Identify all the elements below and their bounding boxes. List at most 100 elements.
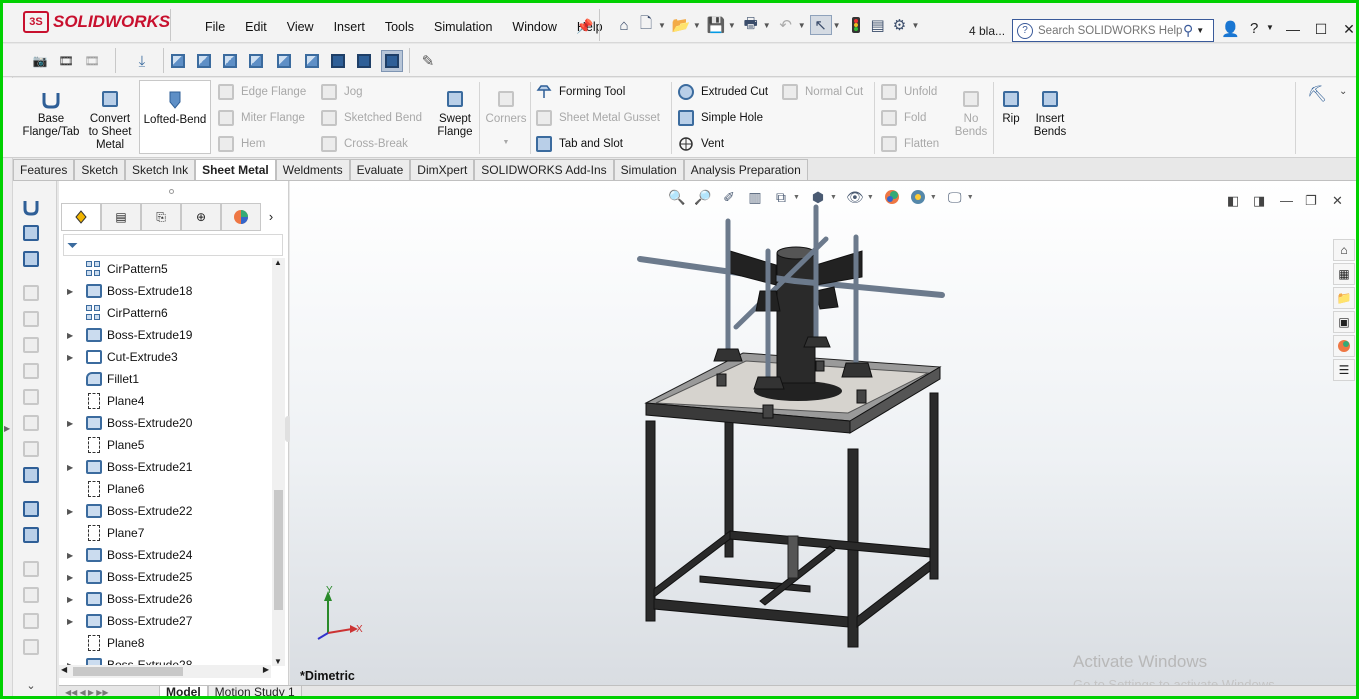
expand-arrow-icon[interactable]: ▶	[67, 595, 77, 604]
sheet-metal-gusset-button[interactable]: Sheet Metal Gusset	[535, 109, 660, 127]
vent-button[interactable]: Vent	[677, 135, 724, 153]
viewport-close-icon[interactable]: ✕	[1332, 193, 1343, 209]
menu-file[interactable]: File	[195, 20, 235, 34]
zoom-to-area-icon[interactable]: 🔎	[692, 187, 714, 207]
display-manager-tab-icon[interactable]	[221, 203, 261, 231]
scroll-thumb[interactable]	[274, 490, 283, 610]
panel-grip-icon[interactable]	[169, 189, 174, 194]
scroll-down-icon[interactable]: ▼	[274, 657, 282, 666]
tab-solidworks-add-ins[interactable]: SOLIDWORKS Add-Ins	[474, 159, 614, 181]
base-flange-tab-button[interactable]: Base Flange/Tab	[21, 88, 81, 139]
corners-button[interactable]: Corners ▼	[483, 88, 529, 149]
rebuild-traffic-light-icon[interactable]	[845, 15, 867, 35]
undo-dropdown-icon[interactable]: ▼	[798, 21, 806, 30]
edge-flange-button[interactable]: Edge Flange	[217, 83, 306, 101]
select-dropdown-icon[interactable]: ▼	[833, 21, 841, 30]
tab-sheet-metal[interactable]: Sheet Metal	[195, 159, 276, 181]
display-style-dropdown-icon[interactable]: ▼	[830, 194, 837, 201]
dimetric-view-icon[interactable]	[381, 50, 403, 72]
unfold-button[interactable]: Unfold	[880, 83, 937, 101]
strip-convert-icon[interactable]	[20, 223, 42, 243]
right-view-icon[interactable]	[245, 50, 267, 72]
tree-item[interactable]: ▶ Boss-Extrude18	[59, 280, 271, 302]
flatten-button[interactable]: Flatten	[880, 135, 939, 153]
file-properties-icon[interactable]: ▤	[867, 15, 889, 35]
options-dropdown-icon[interactable]: ▼	[912, 21, 920, 30]
view-settings-icon[interactable]: 🖵	[944, 187, 966, 207]
custom-properties-icon[interactable]: ☰	[1333, 359, 1355, 381]
search-input[interactable]	[1038, 24, 1183, 37]
tree-item[interactable]: Plane8	[59, 632, 271, 654]
top-view-icon[interactable]	[273, 50, 295, 72]
strip-more-chevron-icon[interactable]: ⌄	[20, 675, 42, 695]
viewport-forward-icon[interactable]: ◨	[1253, 193, 1265, 209]
jog-button[interactable]: Jog	[320, 83, 363, 101]
strip-miter-flange-icon[interactable]	[20, 309, 42, 329]
search-icon[interactable]: ⚲	[1183, 22, 1193, 39]
extruded-cut-button[interactable]: Extruded Cut	[677, 83, 768, 101]
no-bends-button[interactable]: No Bends	[953, 88, 989, 139]
strip-cross-break-icon[interactable]	[20, 413, 42, 433]
open-dropdown-icon[interactable]: ▼	[693, 21, 701, 30]
hem-button[interactable]: Hem	[217, 135, 265, 153]
tab-and-slot-button[interactable]: Tab and Slot	[535, 135, 623, 153]
strip-unfold-icon[interactable]	[20, 559, 42, 579]
tree-item[interactable]: CirPattern5	[59, 258, 271, 280]
trimetric-view-icon[interactable]	[353, 50, 375, 72]
select-pointer-icon[interactable]: ↖	[809, 15, 832, 35]
hide-show-dropdown-icon[interactable]: ▼	[867, 194, 874, 201]
open-folder-icon[interactable]: 📂	[670, 15, 692, 35]
record-icon[interactable]: 🎞	[81, 50, 103, 72]
collapse-ribbon-icon[interactable]: ⌄	[1339, 86, 1347, 97]
tab-weldments[interactable]: Weldments	[275, 159, 350, 181]
scroll-thumb[interactable]	[73, 667, 183, 676]
solidworks-logo[interactable]: 3S SOLIDWORKS	[23, 11, 170, 33]
normal-to-icon[interactable]: ⤓	[131, 50, 153, 72]
tree-item[interactable]: ▶ Boss-Extrude27	[59, 610, 271, 632]
tree-item[interactable]: ▶ Boss-Extrude24	[59, 544, 271, 566]
scroll-right-icon[interactable]: ▶	[263, 665, 269, 674]
tree-horizontal-scrollbar[interactable]: ◀ ▶	[59, 665, 271, 678]
dimxpert-manager-tab-icon[interactable]: ⊕	[181, 203, 221, 231]
strip-forming-tool-icon[interactable]	[20, 465, 42, 485]
new-dropdown-icon[interactable]: ▼	[658, 21, 666, 30]
new-document-icon[interactable]: 🗋	[635, 15, 657, 35]
file-explorer-folder-icon[interactable]: 📁	[1333, 287, 1355, 309]
previous-view-icon[interactable]: ✐	[718, 187, 740, 207]
menu-tools[interactable]: Tools	[375, 20, 424, 34]
miter-flange-button[interactable]: Miter Flange	[217, 109, 305, 127]
tree-item[interactable]: Plane6	[59, 478, 271, 500]
tree-item[interactable]: ▶ Boss-Extrude26	[59, 588, 271, 610]
tree-item[interactable]: Plane5	[59, 434, 271, 456]
tab-simulation[interactable]: Simulation	[613, 159, 684, 181]
cross-break-button[interactable]: Cross-Break	[320, 135, 408, 153]
menu-insert[interactable]: Insert	[324, 20, 375, 34]
expand-left-arrow-icon[interactable]: ▶	[4, 424, 10, 433]
more-tabs-chevron-icon[interactable]: ›	[261, 203, 281, 231]
search-dropdown-icon[interactable]: ▼	[1196, 26, 1204, 35]
section-view-icon[interactable]: ▥	[744, 187, 766, 207]
tab-sketch[interactable]: Sketch	[74, 159, 126, 181]
tree-item[interactable]: Plane4	[59, 390, 271, 412]
menu-simulation[interactable]: Simulation	[424, 20, 502, 34]
simple-hole-button[interactable]: Simple Hole	[677, 109, 763, 127]
forming-tool-button[interactable]: Forming Tool	[535, 83, 625, 101]
expand-arrow-icon[interactable]: ▶	[67, 287, 77, 296]
design-library-icon[interactable]: ▦	[1333, 263, 1355, 285]
expand-arrow-icon[interactable]: ▶	[67, 573, 77, 582]
expand-arrow-icon[interactable]: ▶	[67, 463, 77, 472]
tab-motion-study-1[interactable]: Motion Study 1	[207, 686, 302, 699]
edit-appearance-icon[interactable]	[881, 187, 903, 207]
print-dropdown-icon[interactable]: ▼	[763, 21, 771, 30]
save-icon[interactable]: 💾	[705, 15, 727, 35]
expand-arrow-icon[interactable]: ▶	[67, 353, 77, 362]
viewport-back-icon[interactable]: ◧	[1227, 193, 1239, 209]
appearances-scenes-icon[interactable]	[1333, 335, 1355, 357]
tree-item[interactable]: ▶ Boss-Extrude25	[59, 566, 271, 588]
menu-window[interactable]: Window	[502, 20, 566, 34]
strip-hem-icon[interactable]	[20, 335, 42, 355]
view-selector-icon[interactable]: ✎	[417, 50, 439, 72]
apply-scene-icon[interactable]	[907, 187, 929, 207]
expand-arrow-icon[interactable]: ▶	[67, 419, 77, 428]
options-gear-icon[interactable]: ⚙	[889, 15, 911, 35]
